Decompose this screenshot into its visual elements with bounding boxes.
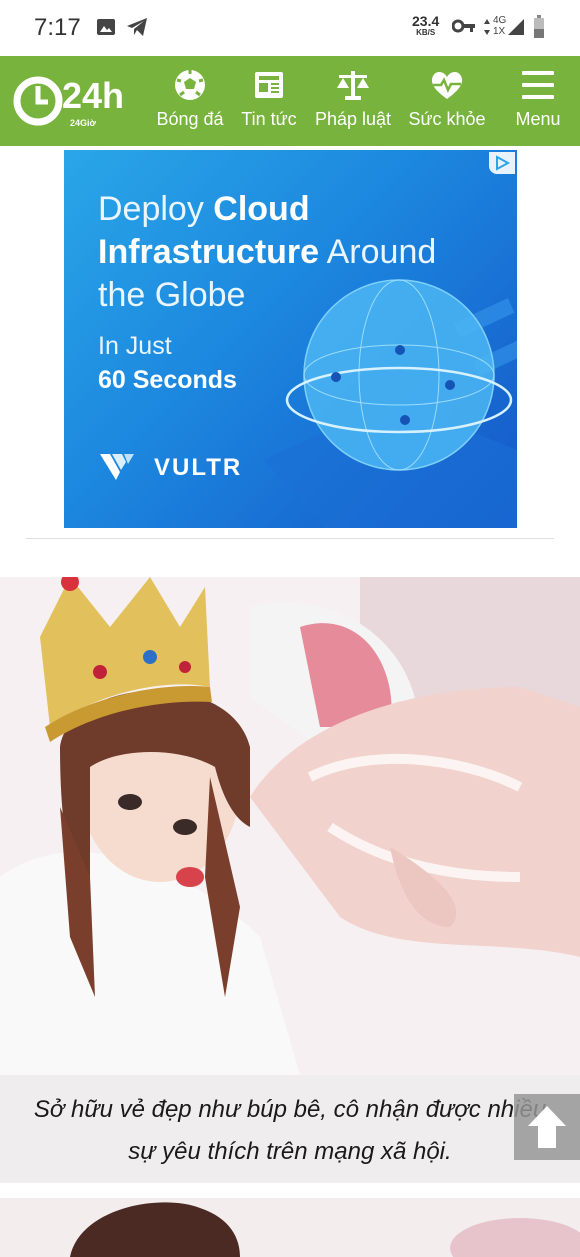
image-icon bbox=[96, 18, 116, 41]
nav-label: Pháp luật bbox=[314, 109, 392, 129]
photo-caption-box: Sở hữu vẻ đẹp như búp bê, cô nhận được n… bbox=[0, 1075, 580, 1183]
vpn-key-icon bbox=[451, 19, 476, 38]
nav-item-phap-luat[interactable]: Pháp luật bbox=[308, 56, 398, 146]
heart-pulse-icon bbox=[431, 71, 463, 99]
article-photo bbox=[0, 577, 580, 1075]
divider bbox=[26, 538, 554, 539]
logo-text: 24h bbox=[62, 75, 124, 116]
advertisement-banner[interactable]: Deploy Cloud Infrastructure Around the G… bbox=[64, 150, 517, 528]
nav-item-tin-tuc[interactable]: Tin tức bbox=[234, 56, 304, 146]
newspaper-icon bbox=[255, 72, 283, 98]
site-header: 24h 24Giờ Bóng đá Tin tức Pháp luật Sức … bbox=[0, 56, 580, 146]
nav-item-suc-khoe[interactable]: Sức khỏe bbox=[402, 56, 492, 146]
hamburger-icon bbox=[522, 71, 554, 99]
signal-icon bbox=[507, 18, 525, 41]
battery-icon bbox=[533, 15, 545, 44]
article-photo-next bbox=[0, 1198, 580, 1257]
ad-subline-bold: 60 Seconds bbox=[98, 366, 237, 394]
arrow-up-icon bbox=[528, 1106, 566, 1148]
adchoices-icon[interactable] bbox=[489, 152, 515, 174]
scroll-to-top-button[interactable] bbox=[514, 1094, 580, 1160]
status-bar: 7:17 23.4 KB/S 4G 1X bbox=[0, 0, 580, 56]
nav-label: Tin tức bbox=[241, 109, 297, 129]
nav-item-bong-da[interactable]: Bóng đá bbox=[150, 56, 230, 146]
nav-label: Bóng đá bbox=[156, 109, 224, 129]
data-arrows-icon bbox=[483, 18, 491, 41]
scales-icon bbox=[337, 71, 369, 100]
ad-brand: VULTR bbox=[154, 454, 243, 481]
site-logo[interactable]: 24h 24Giờ bbox=[12, 68, 124, 134]
network-type: 4G 1X bbox=[493, 15, 507, 37]
soccer-ball-icon bbox=[175, 70, 205, 100]
logo-subtext: 24Giờ bbox=[70, 118, 97, 128]
net-speed: 23.4 KB/S bbox=[412, 13, 440, 37]
status-time: 7:17 bbox=[34, 14, 81, 41]
menu-button[interactable]: Menu bbox=[506, 56, 570, 146]
nav-label: Menu bbox=[515, 109, 561, 129]
photo-caption: Sở hữu vẻ đẹp như búp bê, cô nhận được n… bbox=[33, 1096, 547, 1165]
telegram-icon bbox=[126, 17, 148, 42]
ad-subline: In Just bbox=[98, 332, 172, 360]
nav-label: Sức khỏe bbox=[408, 109, 486, 129]
ad-headline: Deploy Cloud Infrastructure Around the G… bbox=[98, 190, 437, 314]
vultr-logo-icon bbox=[100, 454, 134, 480]
